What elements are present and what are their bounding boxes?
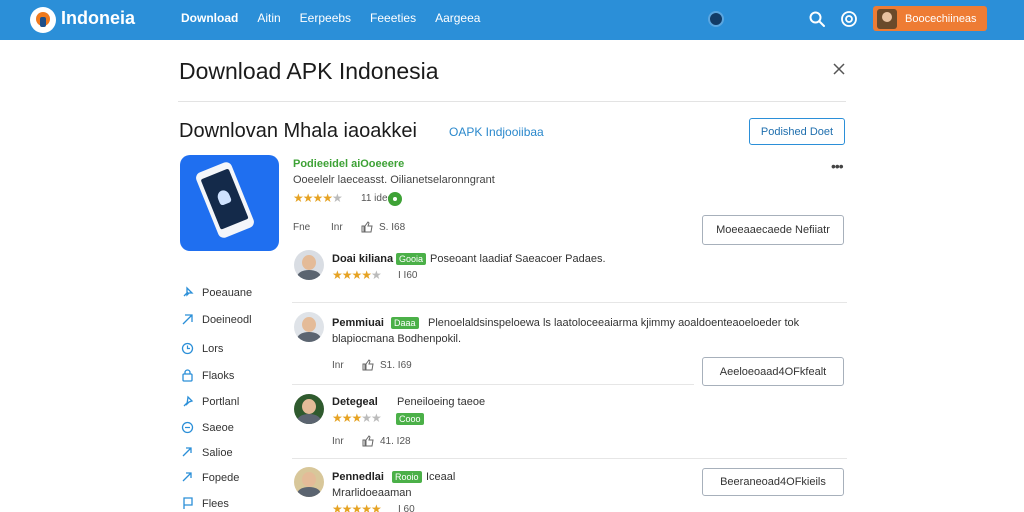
review-rating-stars: ★★★★★ bbox=[332, 268, 382, 282]
share-icon bbox=[182, 472, 192, 482]
avatar bbox=[294, 312, 324, 342]
thumbs-up-icon[interactable] bbox=[362, 359, 374, 371]
review-count: I I60 bbox=[398, 270, 418, 281]
review-text: Peneiloeing taeoe bbox=[397, 396, 486, 408]
avatar bbox=[877, 8, 897, 29]
more-options-icon[interactable]: ••• bbox=[831, 158, 844, 174]
pin-icon bbox=[183, 395, 194, 407]
publish-button[interactable]: Podished Doet bbox=[749, 118, 845, 145]
verified-badge-icon bbox=[388, 192, 402, 206]
sidebar-item-label: Flaoks bbox=[202, 369, 235, 382]
sidebar-item-2[interactable]: Doeineodl bbox=[181, 313, 252, 326]
close-icon[interactable] bbox=[832, 62, 846, 76]
app-description: Ooeelelr laeceasst. Oilianetselaronngran… bbox=[293, 174, 495, 186]
nav-item-2[interactable]: Aitin bbox=[257, 11, 280, 25]
sidebar-item-label: Flees bbox=[202, 497, 229, 510]
user-account-button[interactable]: Boocechiineas bbox=[873, 6, 987, 31]
nav-item-5[interactable]: Aargeea bbox=[435, 11, 480, 25]
top-nav: Download Aitin Eerpeebs Feeeties Aargeea bbox=[181, 11, 480, 25]
review-divider bbox=[292, 302, 847, 303]
header-divider bbox=[178, 101, 846, 102]
review-meta: Inr 41. I28 bbox=[332, 435, 411, 447]
review-meta: Inr S1. I69 bbox=[332, 359, 412, 371]
review-divider bbox=[292, 384, 694, 385]
sidebar-item-4[interactable]: Flaoks bbox=[181, 369, 234, 382]
nav-item-4[interactable]: Feeeties bbox=[370, 11, 416, 25]
sidebar-item-label: Fopede bbox=[202, 471, 240, 484]
sidebar-item-label: Portlanl bbox=[202, 395, 240, 408]
meta-label: Inr bbox=[332, 435, 344, 447]
meta-label: Inr bbox=[332, 359, 344, 371]
review-text: Plenoelaldsinspeloewa ls laatoloceeaiarm… bbox=[428, 317, 800, 329]
share-icon bbox=[182, 447, 192, 457]
brand-name[interactable]: Indoneia bbox=[61, 8, 135, 29]
review-badge: Cooo bbox=[396, 413, 424, 425]
reviewer-badge: Gooia bbox=[396, 253, 427, 265]
sidebar-item-7[interactable]: Salioe bbox=[181, 446, 233, 459]
nav-item-3[interactable]: Eerpeebs bbox=[300, 11, 351, 25]
avatar bbox=[294, 467, 324, 497]
review-text: Poseoant laadiaf Saeacoer Padaes. bbox=[430, 253, 606, 265]
lock-icon bbox=[182, 369, 193, 382]
review-divider bbox=[292, 458, 847, 459]
brand-logo-icon[interactable] bbox=[30, 7, 56, 33]
avatar bbox=[294, 250, 324, 280]
meta-value: S. I68 bbox=[379, 221, 406, 233]
sidebar-item-8[interactable]: Fopede bbox=[181, 471, 239, 484]
clock-icon bbox=[181, 342, 194, 355]
app-rating-stars: ★★★★★ bbox=[293, 191, 343, 205]
reviewer-name[interactable]: Doai kiliana bbox=[332, 253, 393, 265]
sidebar-item-label: Salioe bbox=[202, 446, 233, 459]
reviewer-name[interactable]: Detegeal bbox=[332, 396, 378, 408]
download-apk-button[interactable]: Aeeloeoaad4OFkfealt bbox=[702, 357, 844, 386]
phone-icon bbox=[194, 160, 256, 240]
app-meta: Fne Inr S. I68 bbox=[293, 221, 405, 233]
install-button[interactable]: Moeeaaecaede Nefiiatr bbox=[702, 215, 844, 245]
search-icon[interactable] bbox=[808, 10, 826, 28]
review-rating-stars: ★★★★★ bbox=[332, 411, 382, 425]
meta-label: Inr bbox=[331, 221, 343, 233]
download-icon bbox=[182, 314, 193, 325]
sidebar-item-3[interactable]: Lors bbox=[181, 342, 223, 355]
reviewer-name[interactable]: Pemmiuai bbox=[332, 317, 384, 329]
pin-icon bbox=[183, 286, 194, 297]
section-title: Downlovan Mhala iaoakkei bbox=[179, 120, 417, 142]
reviewer-badge: Daaa bbox=[391, 317, 419, 329]
sidebar-item-5[interactable]: Portlanl bbox=[181, 395, 239, 408]
review-text: Iceaal bbox=[426, 471, 456, 483]
sidebar-item-label: Doeineodl bbox=[202, 313, 252, 326]
app-name[interactable]: Podieeidel aiOoeeere bbox=[293, 158, 404, 170]
meta-value: 41. I28 bbox=[380, 435, 411, 447]
section-subtitle-link[interactable]: OAPK Indjooiibaa bbox=[449, 125, 544, 139]
meta-label: Fne bbox=[293, 221, 311, 233]
avatar bbox=[294, 394, 324, 424]
sidebar-item-1[interactable]: Poeauane bbox=[181, 286, 252, 299]
sidebar-item-label: Saeoe bbox=[202, 421, 234, 434]
page-title: Download APK Indonesia bbox=[179, 58, 439, 84]
download-apk-button[interactable]: Beeraneoad4OFkieils bbox=[702, 468, 844, 496]
review-text-continued: blapiocmana Bodhenpokil. bbox=[332, 333, 462, 345]
review-rating-stars: ★★★★★ bbox=[332, 502, 382, 512]
thumbs-up-icon[interactable] bbox=[362, 435, 374, 447]
chat-icon bbox=[181, 421, 194, 434]
settings-icon[interactable] bbox=[840, 10, 858, 28]
sidebar-item-6[interactable]: Saeoe bbox=[181, 421, 234, 434]
globe-icon[interactable] bbox=[708, 11, 724, 27]
user-label: Boocechiineas bbox=[905, 12, 977, 25]
app-icon[interactable] bbox=[180, 155, 279, 251]
top-bar: Indoneia Download Aitin Eerpeebs Feeetie… bbox=[0, 0, 1024, 40]
sidebar-item-label: Poeauane bbox=[202, 286, 253, 299]
reviewer-badge: Rooio bbox=[392, 471, 422, 483]
review-text-continued: Mrarlidoeaaman bbox=[332, 487, 412, 499]
sidebar-item-9[interactable]: Flees bbox=[181, 497, 229, 510]
sidebar-item-label: Lors bbox=[202, 342, 224, 355]
reviewer-name[interactable]: Pennedlai bbox=[332, 471, 384, 483]
thumbs-up-icon[interactable] bbox=[361, 221, 373, 233]
meta-value: S1. I69 bbox=[380, 359, 412, 371]
nav-download[interactable]: Download bbox=[181, 11, 238, 25]
review-count: I 60 bbox=[398, 504, 415, 512]
flag-icon bbox=[183, 497, 193, 509]
